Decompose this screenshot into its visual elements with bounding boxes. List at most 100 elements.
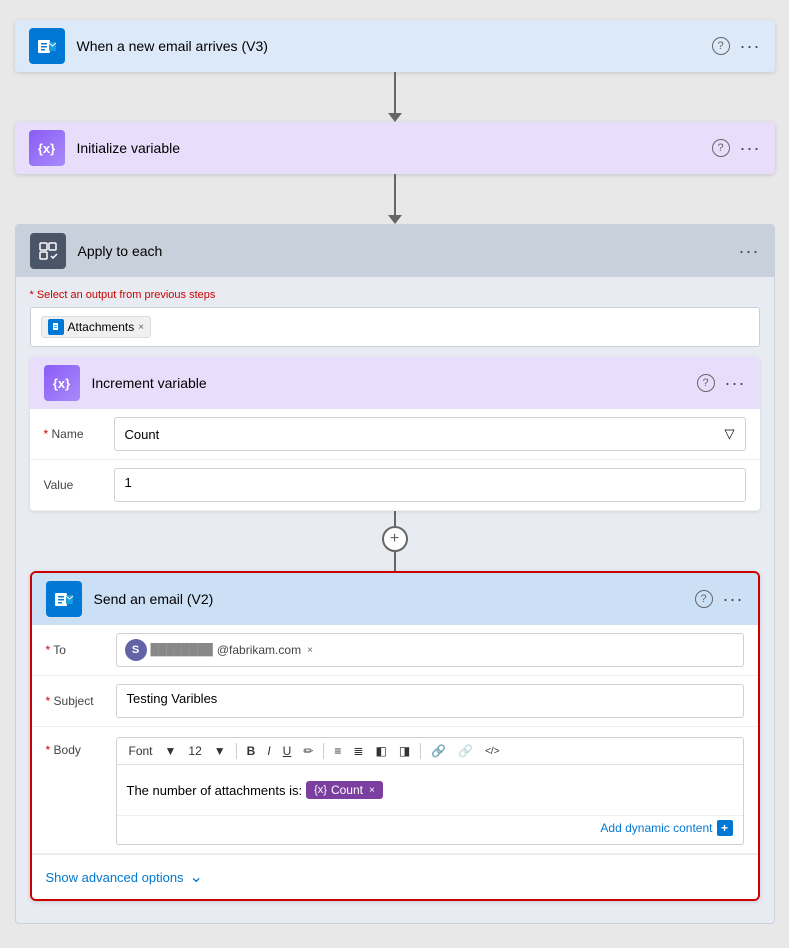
align-right-button[interactable]: ◨ bbox=[395, 742, 414, 760]
code-button[interactable]: </> bbox=[481, 744, 503, 759]
increment-variable-actions: ? ··· bbox=[697, 373, 746, 394]
variable-badge-label: Count bbox=[331, 783, 363, 797]
increment-menu-icon[interactable]: ··· bbox=[725, 373, 746, 394]
bullet-list-button[interactable]: ≡ bbox=[330, 742, 345, 760]
arrow-line-1 bbox=[394, 72, 396, 113]
body-field-row: * Body Font ▼ 12 ▼ B bbox=[32, 727, 758, 854]
attachment-close[interactable]: × bbox=[138, 322, 144, 333]
num-list-button[interactable]: ≣ bbox=[349, 742, 367, 760]
font-size-arrow[interactable]: ▼ bbox=[210, 742, 230, 760]
attachment-label: Attachments bbox=[68, 320, 135, 334]
trigger-actions: ? ··· bbox=[712, 36, 761, 57]
init-variable-header: {x} Initialize variable ? ··· bbox=[15, 122, 775, 174]
to-email-address: ████████ bbox=[151, 644, 213, 656]
unlink-button[interactable]: 🔗 bbox=[454, 742, 477, 760]
send-email-help-icon[interactable]: ? bbox=[695, 590, 713, 608]
trigger-title: When a new email arrives (V3) bbox=[77, 38, 712, 54]
init-variable-actions: ? ··· bbox=[712, 138, 761, 159]
italic-button[interactable]: I bbox=[263, 742, 274, 760]
name-field-label: * Name bbox=[44, 427, 114, 441]
apply-to-each-container: Apply to each ··· * Select an output fro… bbox=[15, 224, 775, 924]
subject-field-row: * Subject Testing Varibles bbox=[32, 676, 758, 727]
increment-help-icon[interactable]: ? bbox=[697, 374, 715, 392]
show-advanced-button[interactable]: Show advanced options ⌄ bbox=[46, 867, 203, 887]
send-email-menu-icon[interactable]: ··· bbox=[723, 589, 744, 610]
email-tag: S ████████ @fabrikam.com × bbox=[125, 639, 313, 661]
to-required-star: * bbox=[46, 643, 51, 657]
add-dynamic-button[interactable]: Add dynamic content + bbox=[600, 820, 732, 836]
trigger-step: When a new email arrives (V3) ? ··· bbox=[15, 20, 775, 72]
select-output-box[interactable]: Attachments × bbox=[30, 307, 760, 347]
apply-to-each-header: Apply to each ··· bbox=[16, 225, 774, 277]
increment-variable-title: Increment variable bbox=[92, 375, 697, 391]
apply-to-each-title: Apply to each bbox=[78, 243, 739, 259]
name-field-row: * Name Count ▽ bbox=[30, 409, 760, 460]
send-email-icon bbox=[46, 581, 82, 617]
apply-to-each-actions: ··· bbox=[739, 241, 760, 262]
name-dropdown-value: Count bbox=[125, 427, 160, 442]
to-email-domain: @fabrikam.com bbox=[217, 643, 301, 657]
add-step-button[interactable]: + bbox=[382, 526, 408, 552]
plus-icon: + bbox=[390, 530, 399, 548]
add-dynamic-icon: + bbox=[717, 820, 733, 836]
show-advanced-section: Show advanced options ⌄ bbox=[32, 854, 758, 899]
to-field-row: * To S ████████ @fabrikam.com × bbox=[32, 625, 758, 676]
body-text: The number of attachments is: bbox=[127, 783, 303, 798]
init-variable-menu-icon[interactable]: ··· bbox=[740, 138, 761, 159]
toolbar-sep-3 bbox=[420, 743, 421, 759]
subject-input[interactable]: Testing Varibles bbox=[116, 684, 744, 718]
increment-variable-icon: {x} bbox=[44, 365, 80, 401]
increment-variable-card: {x} Increment variable ? ··· * Name bbox=[30, 357, 760, 511]
email-avatar: S bbox=[125, 639, 147, 661]
subject-value: Testing Varibles bbox=[127, 691, 218, 706]
to-field-label: * To bbox=[46, 643, 116, 657]
send-email-card: Send an email (V2) ? ··· * To bbox=[30, 571, 760, 901]
variable-icon-label: {x} bbox=[38, 141, 55, 156]
name-required-star: * bbox=[44, 427, 49, 441]
underline-button[interactable]: U bbox=[279, 742, 296, 760]
value-input-text: 1 bbox=[125, 475, 132, 490]
attachment-icon bbox=[48, 319, 64, 335]
body-editor: Font ▼ 12 ▼ B I U ✏ ≡ bbox=[116, 737, 744, 845]
plus-line-top bbox=[394, 511, 396, 526]
body-content-area[interactable]: The number of attachments is: {x} Count … bbox=[117, 765, 743, 815]
pencil-button[interactable]: ✏ bbox=[299, 742, 317, 760]
toolbar-sep-1 bbox=[236, 743, 237, 759]
arrow-1 bbox=[388, 72, 402, 122]
subject-required-star: * bbox=[46, 694, 51, 708]
to-email-close[interactable]: × bbox=[307, 645, 313, 656]
name-dropdown[interactable]: Count ▽ bbox=[114, 417, 746, 451]
init-variable-step: {x} Initialize variable ? ··· bbox=[15, 122, 775, 174]
align-left-button[interactable]: ◧ bbox=[371, 742, 390, 760]
value-field-row: Value 1 bbox=[30, 460, 760, 511]
bold-button[interactable]: B bbox=[243, 742, 260, 760]
font-selector[interactable]: Font bbox=[125, 742, 157, 760]
apply-to-each-menu-icon[interactable]: ··· bbox=[739, 241, 760, 262]
name-label-text: Name bbox=[52, 427, 84, 441]
value-input[interactable]: 1 bbox=[114, 468, 746, 502]
font-size[interactable]: 12 bbox=[184, 742, 205, 760]
variable-badge-close[interactable]: × bbox=[369, 785, 375, 796]
show-advanced-label: Show advanced options bbox=[46, 870, 184, 885]
increment-variable-header: {x} Increment variable ? ··· bbox=[30, 357, 760, 409]
to-input[interactable]: S ████████ @fabrikam.com × bbox=[116, 633, 744, 667]
font-dropdown-arrow[interactable]: ▼ bbox=[161, 742, 181, 760]
variable-badge-icon: {x} bbox=[314, 784, 327, 796]
init-variable-icon: {x} bbox=[29, 130, 65, 166]
trigger-menu-icon[interactable]: ··· bbox=[740, 36, 761, 57]
increment-icon-label: {x} bbox=[53, 376, 70, 391]
chevron-down-icon: ⌄ bbox=[190, 867, 203, 887]
link-button[interactable]: 🔗 bbox=[427, 742, 450, 760]
send-email-body: * To S ████████ @fabrikam.com × bbox=[32, 625, 758, 899]
arrow-head-2 bbox=[388, 215, 402, 224]
trigger-help-icon[interactable]: ? bbox=[712, 37, 730, 55]
select-output-label: * Select an output from previous steps bbox=[30, 289, 760, 301]
body-label-text: Body bbox=[54, 743, 81, 757]
add-dynamic-label: Add dynamic content bbox=[600, 821, 712, 835]
outlook-trigger-icon bbox=[29, 28, 65, 64]
trigger-header: When a new email arrives (V3) ? ··· bbox=[15, 20, 775, 72]
init-variable-help-icon[interactable]: ? bbox=[712, 139, 730, 157]
arrow-2 bbox=[388, 174, 402, 224]
attachments-tag: Attachments × bbox=[41, 316, 152, 338]
body-required-star: * bbox=[46, 743, 51, 757]
